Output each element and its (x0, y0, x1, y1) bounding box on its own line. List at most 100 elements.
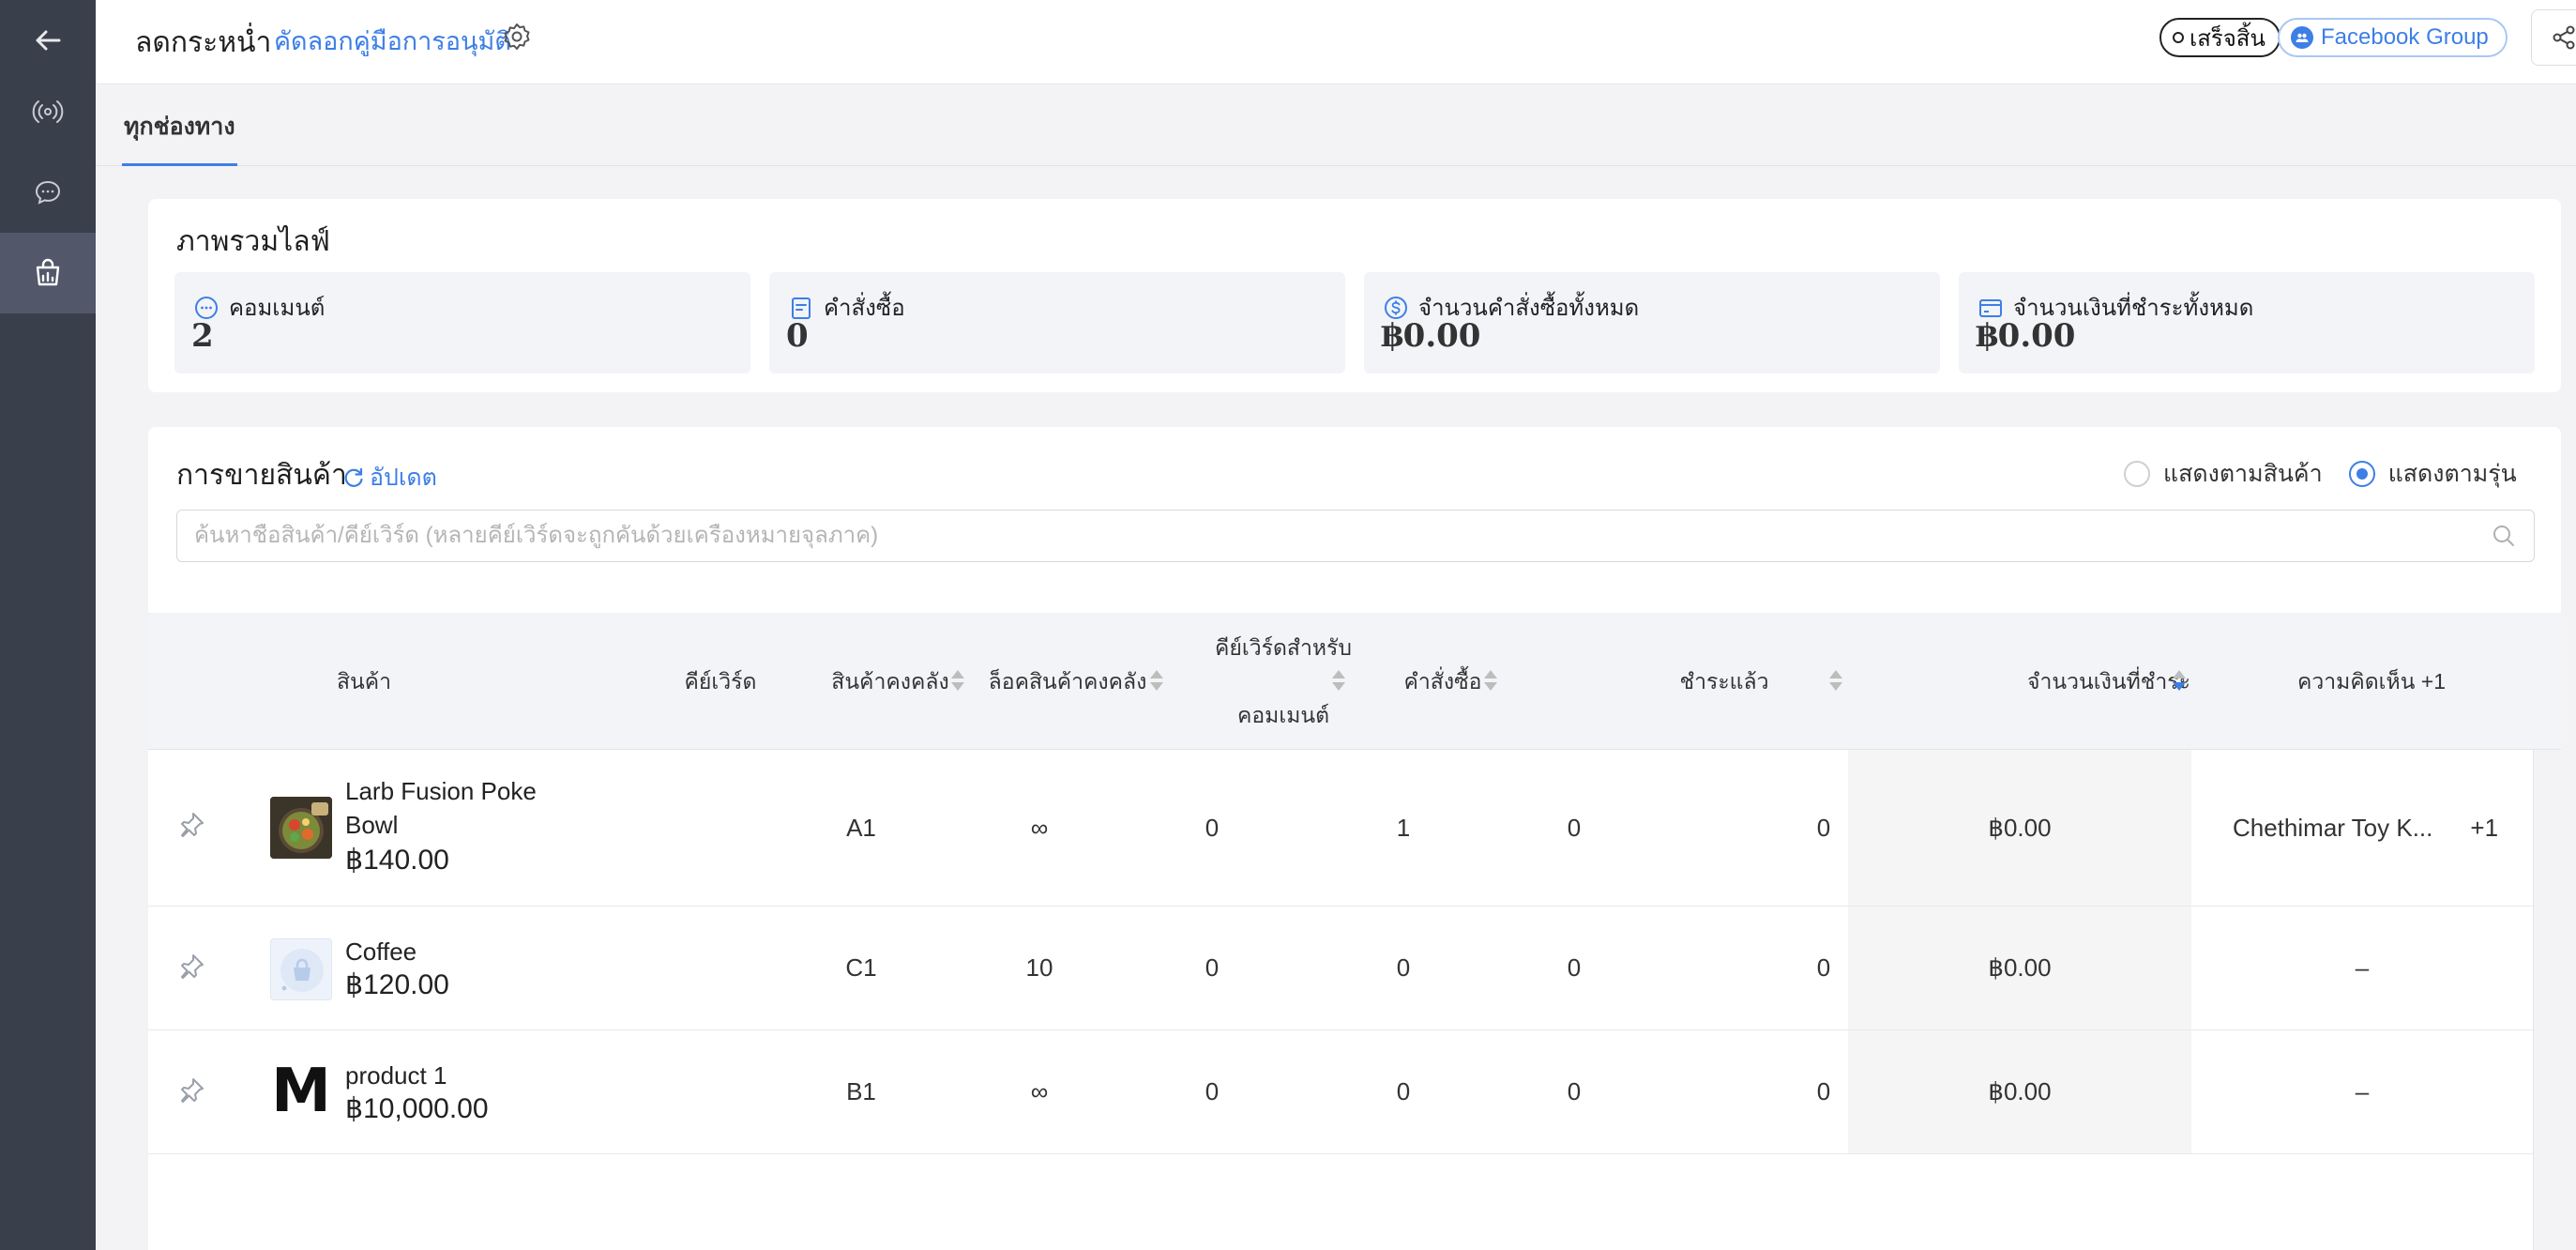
live-overview-card: ภาพรวมไลฟ์ คอมเมนต์ 2 คำสั่งซื้อ 0 จำนวน… (148, 199, 2561, 392)
product-price: ฿10,000.00 (345, 1093, 489, 1124)
col-locked-stock[interactable]: ล็อคสินค้าคงคลัง (974, 613, 1161, 750)
product-name-line2: Bowl (345, 811, 399, 839)
cell-comment-keyword: 0 (1396, 1077, 1411, 1105)
status-dot-icon (2173, 32, 2184, 43)
arrow-left-icon (36, 30, 61, 51)
group-icon (2291, 26, 2313, 49)
col-keyword: คีย์เวิร์ด (684, 669, 757, 694)
stats-nav-button[interactable] (0, 233, 96, 313)
pin-icon[interactable] (174, 1074, 208, 1107)
view-by-variant-radio[interactable]: แสดงตามรุ่น (2348, 455, 2517, 493)
table-scrollbar[interactable] (2533, 750, 2561, 1250)
done-button[interactable]: เสร็จสิ้น (2159, 18, 2281, 57)
copy-guide-link[interactable]: คัดลอกคู่มือการอนุมัติ (274, 21, 511, 61)
stat-orders: คำสั่งซื้อ 0 (769, 272, 1345, 373)
table-header: สินค้า คีย์เวิร์ด สินค้าคงคลัง ล็อคสินค้… (148, 613, 2561, 750)
view-by-variant-label: แสดงตามรุ่น (2387, 461, 2517, 487)
pin-icon[interactable] (174, 950, 208, 983)
cell-comments: – (2355, 1077, 2370, 1105)
chat-nav-button[interactable] (0, 152, 96, 233)
cell-keyword: B1 (846, 1077, 876, 1105)
search-icon[interactable] (2491, 523, 2517, 549)
share-icon (2553, 25, 2575, 50)
cell-paid-amount: ฿0.00 (1848, 750, 2191, 906)
product-logo-image: M (270, 1060, 332, 1122)
refresh-button[interactable]: อัปเดต (341, 459, 437, 496)
col-product: สินค้า (336, 669, 392, 694)
share-button[interactable] (2531, 9, 2576, 66)
refresh-label: อัปเดต (370, 465, 437, 491)
cell-paid-amount: ฿0.00 (1848, 907, 2191, 1029)
col-comments: ความคิดเห็น +1 (2296, 669, 2447, 694)
product-name: Coffee (345, 938, 417, 966)
comment-author: Chethimar Toy K... (2233, 813, 2433, 842)
product-name: Larb Fusion Poke (345, 777, 537, 805)
cell-stock: 10 (1025, 953, 1053, 982)
cell-orders: 0 (1567, 813, 1582, 842)
cell-orders: 0 (1567, 1077, 1582, 1105)
sort-paid-icon[interactable] (1829, 670, 1842, 693)
sales-title: การขายสินค้า (176, 460, 347, 491)
stat-orders-value: 0 (786, 317, 809, 355)
cell-paid-amount: ฿0.00 (1848, 1030, 2191, 1153)
search-input[interactable] (194, 523, 2491, 549)
pin-icon[interactable] (174, 808, 208, 842)
comment-extra-count: +1 (2470, 813, 2499, 842)
cell-comment-keyword: 0 (1396, 953, 1411, 982)
col-comment-keyword-line2: คอมเมนต์ (1236, 703, 1330, 727)
product-image (270, 797, 332, 859)
col-stock[interactable]: สินค้าคงคลัง (811, 613, 970, 750)
live-nav-button[interactable] (0, 71, 96, 152)
back-button[interactable] (0, 0, 96, 81)
sort-paid-amount-icon[interactable] (2173, 670, 2186, 693)
stat-paid-total-value: ฿0.00 (1976, 317, 2076, 355)
stat-comments-value: 2 (191, 317, 214, 355)
facebook-group-button[interactable]: Facebook Group (2278, 18, 2508, 57)
refresh-icon (344, 467, 363, 487)
col-paid[interactable]: ชำระแล้ว (1621, 613, 1827, 750)
col-comment-keyword[interactable]: คีย์เวิร์ดสำหรับ คอมเมนต์ (1180, 613, 1386, 750)
col-orders[interactable]: คำสั่งซื้อ (1358, 613, 1527, 750)
table-row: Coffee ฿120.00 C1 10 0 0 0 0 ฿0.00 – (148, 907, 2533, 1030)
stat-paid-total: จำนวนเงินที่ชำระทั้งหมด ฿0.00 (1959, 272, 2535, 373)
view-by-product-label: แสดงตามสินค้า (2163, 461, 2323, 487)
table-row: Larb Fusion Poke Bowl ฿140.00 A1 ∞ 0 1 0… (148, 750, 2533, 907)
facebook-group-label: Facebook Group (2321, 24, 2489, 50)
view-by-product-radio[interactable]: แสดงตามสินค้า (2124, 455, 2323, 493)
product-price: ฿120.00 (345, 969, 449, 1000)
sort-orders-icon[interactable] (1484, 670, 1497, 693)
cell-locked-stock: 0 (1205, 1077, 1220, 1105)
chat-bubble-icon (35, 180, 61, 205)
broadcast-icon (32, 100, 64, 123)
gear-icon[interactable] (501, 21, 533, 53)
cell-keyword: C1 (845, 953, 877, 982)
sidebar (0, 0, 96, 1250)
page-title: ลดกระหน่ำ (135, 27, 272, 58)
sort-stock-icon[interactable] (951, 670, 964, 693)
product-placeholder-image (270, 938, 332, 1000)
channel-tabs: ทุกช่องทาง (96, 85, 2576, 166)
stat-comments-label: คอมเมนต์ (229, 296, 326, 321)
stat-comments: คอมเมนต์ 2 (174, 272, 750, 373)
tab-all-channels-label: ทุกช่องทาง (124, 114, 235, 140)
radio-unchecked-icon (2124, 461, 2150, 487)
table-row: M product 1 ฿10,000.00 B1 ∞ 0 0 0 0 ฿0.0… (148, 1030, 2533, 1154)
top-header: ลดกระหน่ำ คัดลอกคู่มือการอนุมัติ เสร็จสิ… (96, 0, 2576, 84)
cell-comment-keyword: 1 (1396, 813, 1411, 842)
sort-comment-keyword-icon[interactable] (1332, 670, 1345, 693)
cell-keyword: A1 (846, 813, 876, 842)
overview-title: ภาพรวมไลฟ์ (176, 226, 330, 257)
sort-locked-stock-icon[interactable] (1150, 670, 1163, 693)
tab-all-channels[interactable]: ทุกช่องทาง (122, 108, 237, 166)
radio-checked-icon (2348, 461, 2375, 487)
cell-stock: ∞ (1030, 1077, 1049, 1105)
stat-order-total-value: ฿0.00 (1381, 317, 1481, 355)
stat-orders-label: คำสั่งซื้อ (824, 296, 905, 321)
product-price: ฿140.00 (345, 845, 449, 876)
cell-comments: Chethimar Toy K... +1 (2191, 750, 2533, 906)
cell-locked-stock: 0 (1205, 813, 1220, 842)
cell-orders: 0 (1567, 953, 1582, 982)
product-sales-card: การขายสินค้า อัปเดต แสดงตามสินค้า แสดงตา… (148, 427, 2561, 1250)
product-name: product 1 (345, 1061, 447, 1090)
cell-stock: ∞ (1030, 813, 1049, 842)
